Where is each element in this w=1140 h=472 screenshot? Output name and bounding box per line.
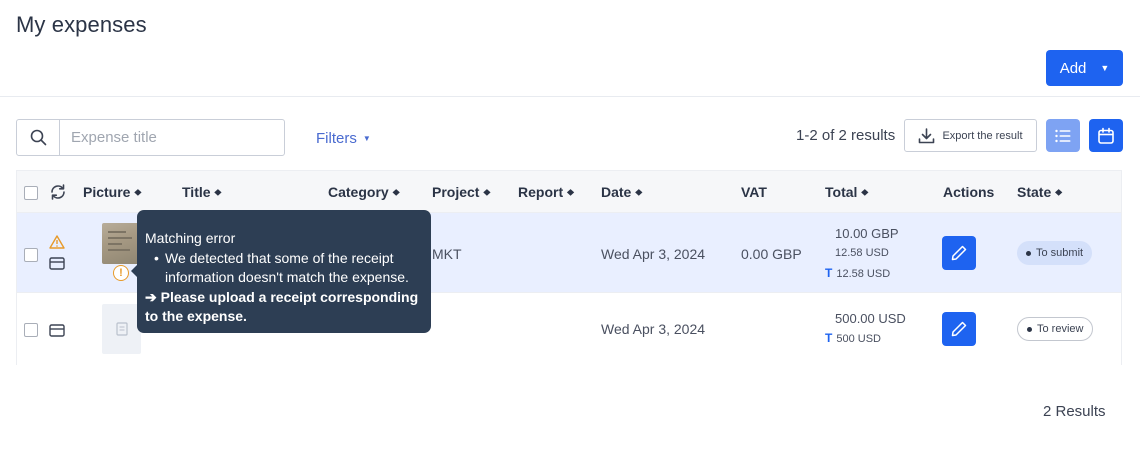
row-project: MKT: [432, 246, 462, 262]
row-date: Wed Apr 3, 2024: [601, 321, 706, 337]
column-header-actions: Actions: [943, 184, 995, 200]
tooltip-action: ➔ Please upload a receipt corresponding …: [145, 288, 419, 325]
row-vat: 0.00 GBP: [741, 246, 802, 262]
row-total-t: T 500 USD: [825, 331, 881, 345]
row-date: Wed Apr 3, 2024: [601, 246, 706, 262]
sort-icon: ◆: [635, 187, 643, 197]
column-header-report[interactable]: Report ◆: [518, 184, 574, 200]
search-icon[interactable]: [17, 120, 60, 155]
sort-icon: ◆: [392, 187, 400, 197]
download-icon: [919, 127, 935, 143]
search-input[interactable]: [60, 120, 284, 155]
sort-icon: ◆: [134, 187, 142, 197]
row-checkbox[interactable]: [24, 323, 38, 337]
header-divider: [0, 96, 1140, 97]
select-all-checkbox[interactable]: [24, 186, 38, 200]
row-total-t: T 12.58 USD: [825, 266, 891, 280]
t-mark: T: [825, 266, 833, 280]
column-header-project[interactable]: Project ◆: [432, 184, 490, 200]
calendar-view-button[interactable]: [1089, 119, 1123, 152]
column-header-picture[interactable]: Picture ◆: [83, 184, 141, 200]
column-header-vat: VAT: [741, 184, 767, 200]
add-button-label: Add: [1059, 59, 1087, 77]
matching-error-tooltip: Matching error We detected that some of …: [137, 210, 431, 333]
receipt-icon: [115, 322, 128, 336]
list-view-icon: [1055, 129, 1071, 142]
caret-down-icon: ▼: [1100, 63, 1110, 73]
pencil-icon: [951, 321, 967, 337]
row-total-main: 500.00 USD: [835, 311, 906, 326]
sort-icon: ◆: [861, 187, 869, 197]
card-icon: [49, 324, 65, 337]
page-title: My expenses: [16, 12, 147, 37]
sort-icon: ◆: [1055, 187, 1063, 197]
add-button[interactable]: Add ▼: [1046, 50, 1123, 86]
table-header: Picture ◆ Title ◆ Category ◆ Project ◆ Repor…: [17, 171, 1121, 213]
edit-button[interactable]: [942, 236, 976, 270]
footer-results-count: 2 Results: [1043, 403, 1106, 420]
export-label: Export the result: [942, 129, 1023, 142]
pencil-icon: [951, 245, 967, 261]
receipt-thumbnail[interactable]: [102, 223, 140, 264]
t-mark: T: [825, 331, 833, 345]
arrow-right-icon: ➔: [145, 288, 157, 305]
caret-down-icon: ▼: [362, 134, 371, 143]
filters-dropdown[interactable]: Filters ▼: [316, 130, 371, 147]
column-header-total[interactable]: Total ◆: [825, 184, 868, 200]
status-dot: [1027, 326, 1032, 332]
edit-button[interactable]: [942, 312, 976, 346]
tooltip-bullet: We detected that some of the receipt inf…: [145, 249, 423, 288]
row-total-main: 10.00 GBP: [835, 226, 899, 241]
row-checkbox[interactable]: [24, 248, 38, 262]
results-count: 1-2 of 2 results: [796, 127, 896, 144]
list-view-button[interactable]: [1046, 119, 1080, 152]
tooltip-heading: Matching error: [145, 230, 236, 246]
card-icon: [49, 257, 65, 270]
status-dot: [1026, 250, 1031, 256]
calendar-icon: [1098, 127, 1114, 144]
column-header-title[interactable]: Title ◆: [182, 184, 221, 200]
status-badge: To review: [1017, 317, 1094, 341]
column-header-category[interactable]: Category ◆: [328, 184, 400, 200]
matching-error-icon[interactable]: !: [113, 265, 129, 281]
sort-icon: ◆: [483, 187, 491, 197]
filters-label: Filters: [316, 130, 357, 147]
export-button[interactable]: Export the result: [904, 119, 1037, 152]
status-badge: To submit: [1017, 241, 1093, 265]
row-total-converted: 12.58 USD: [835, 247, 889, 259]
sort-icon: ◆: [214, 187, 222, 197]
column-header-date[interactable]: Date ◆: [601, 184, 642, 200]
search-box: [16, 119, 285, 156]
refresh-icon[interactable]: [49, 183, 67, 201]
column-header-state[interactable]: State ◆: [1017, 184, 1062, 200]
sort-icon: ◆: [567, 187, 575, 197]
warning-triangle-icon: [49, 235, 65, 249]
receipt-placeholder[interactable]: [102, 304, 141, 354]
